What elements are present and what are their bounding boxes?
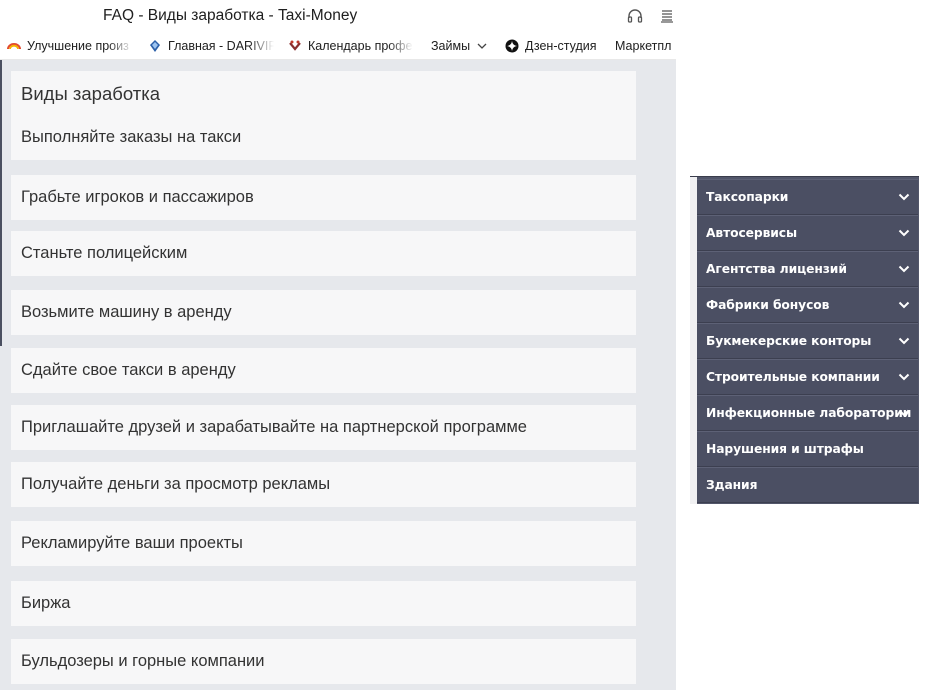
side-menu: Таксопарки Автосервисы Агентства лицензи… bbox=[690, 176, 919, 504]
chevron-down-icon bbox=[898, 193, 910, 201]
headphones-icon[interactable] bbox=[626, 7, 644, 25]
menu-item-label: Здания bbox=[706, 478, 758, 492]
faq-item[interactable]: Бульдозеры и горные компании bbox=[11, 639, 636, 684]
bookmark-item[interactable]: Улучшение произ bbox=[7, 37, 133, 55]
menu-item-bonus-factories[interactable]: Фабрики бонусов bbox=[697, 287, 918, 323]
menu-item-license-agencies[interactable]: Агентства лицензий bbox=[697, 251, 918, 287]
faq-item[interactable]: Возьмите машину в аренду bbox=[11, 290, 636, 335]
faq-item[interactable]: Выполняйте заказы на такси bbox=[11, 115, 636, 160]
bookmark-label: Займы bbox=[431, 39, 471, 53]
faq-heading: Виды заработка bbox=[11, 71, 636, 115]
chevron-down-icon bbox=[898, 229, 910, 237]
bookmark-label: Главная - DARIVIP bbox=[168, 39, 274, 53]
menu-item-label: Фабрики бонусов bbox=[706, 298, 830, 312]
chevron-down-icon bbox=[898, 409, 910, 417]
faq-item[interactable]: Биржа bbox=[11, 581, 636, 626]
faq-item[interactable]: Грабьте игроков и пассажиров bbox=[11, 175, 636, 220]
bookmark-label: Маркетпл bbox=[615, 39, 672, 53]
page-content: Виды заработка Выполняйте заказы на такс… bbox=[0, 60, 676, 690]
calendar-site-icon bbox=[289, 40, 301, 51]
menu-item-label: Агентства лицензий bbox=[706, 262, 847, 276]
faq-item[interactable]: Сдайте свое такси в аренду bbox=[11, 348, 636, 393]
menu-item-bookmakers[interactable]: Букмекерские конторы bbox=[697, 323, 918, 359]
faq-card: Виды заработка Выполняйте заказы на такс… bbox=[11, 71, 636, 684]
menu-item-label: Нарушения и штрафы bbox=[706, 442, 864, 456]
menu-item-infection-labs[interactable]: Инфекционные лаборатории bbox=[697, 395, 918, 431]
window-title: FAQ - Виды заработка - Taxi-Money bbox=[103, 7, 358, 24]
menu-item-label: Автосервисы bbox=[706, 226, 798, 240]
title-bar: FAQ - Виды заработка - Taxi-Money bbox=[0, 0, 676, 32]
bookmark-item[interactable]: Маркетпл bbox=[615, 37, 676, 55]
faq-item[interactable]: Станьте полицейским bbox=[11, 231, 636, 276]
faq-item[interactable]: Получайте деньги за просмотр рекламы bbox=[11, 462, 636, 507]
menu-item-label: Инфекционные лаборатории bbox=[706, 406, 912, 420]
chevron-down-icon bbox=[477, 43, 487, 49]
bookmark-folder[interactable]: Займы bbox=[431, 37, 491, 55]
menu-item-violations-fines[interactable]: Нарушения и штрафы bbox=[697, 431, 918, 467]
faq-item[interactable]: Рекламируйте ваши проекты bbox=[11, 521, 636, 566]
faq-item[interactable]: Приглашайте друзей и зарабатывайте на па… bbox=[11, 405, 636, 450]
chevron-down-icon bbox=[898, 265, 910, 273]
reader-mode-icon[interactable] bbox=[658, 7, 676, 25]
left-edge-bar bbox=[0, 60, 2, 346]
bookmarks-bar: Улучшение произ Главная - DARIVIP Календ… bbox=[0, 32, 676, 60]
bookmark-label: Улучшение произ bbox=[27, 39, 129, 53]
zen-icon bbox=[505, 39, 519, 53]
menu-item-label: Строительные компании bbox=[706, 370, 880, 384]
menu-item-autoservices[interactable]: Автосервисы bbox=[697, 215, 918, 251]
chevron-down-icon bbox=[898, 301, 910, 309]
chevron-down-icon bbox=[898, 373, 910, 381]
bookmark-label: Календарь профе bbox=[308, 39, 413, 53]
menu-item-taxoparks[interactable]: Таксопарки bbox=[697, 179, 918, 215]
bookmark-label: Дзен-студия bbox=[525, 39, 597, 53]
menu-item-construction-companies[interactable]: Строительные компании bbox=[697, 359, 918, 395]
menu-item-buildings[interactable]: Здания bbox=[697, 467, 918, 503]
darivip-icon bbox=[150, 40, 160, 52]
bookmark-item[interactable]: Дзен-студия bbox=[505, 37, 601, 55]
bookmark-item[interactable]: Календарь профе bbox=[288, 37, 413, 55]
bookmark-item[interactable]: Главная - DARIVIP bbox=[148, 37, 274, 55]
rainbow-icon bbox=[7, 43, 21, 50]
menu-item-label: Таксопарки bbox=[706, 190, 789, 204]
menu-item-label: Букмекерские конторы bbox=[706, 334, 872, 348]
chevron-down-icon bbox=[898, 337, 910, 345]
